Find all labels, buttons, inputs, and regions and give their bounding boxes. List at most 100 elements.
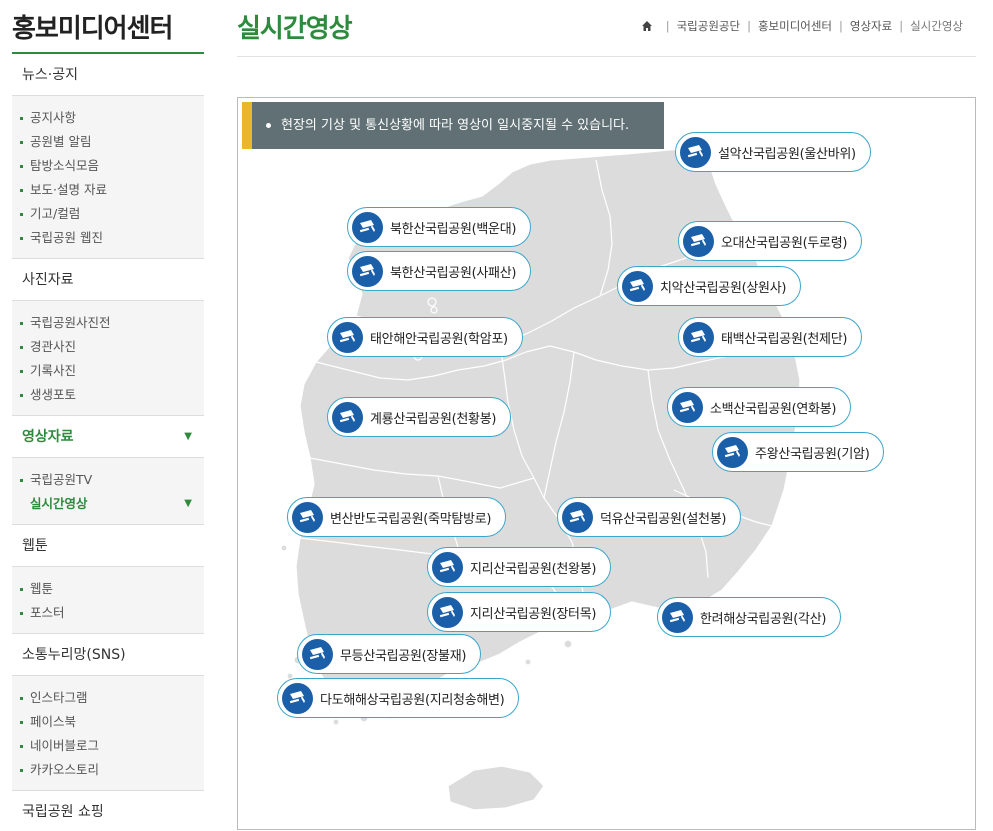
camera-marker[interactable]: 북한산국립공원(백운대) [347,207,532,247]
sidebar-item-trail-news[interactable]: 탐방소식모음 [20,154,204,178]
chevron-down-icon: ▼ [184,431,192,442]
sidebar-item-live-photo[interactable]: 생생포토 [20,383,204,407]
sidebar-title: 홍보미디어센터 [12,0,204,54]
cctv-camera-icon [432,596,463,628]
sidebar-item-label: 기고/컬럼 [30,206,81,221]
bullet-icon [20,213,23,216]
breadcrumb-separator: | [839,19,843,33]
camera-marker[interactable]: 계룡산국립공원(천황봉) [327,397,512,437]
camera-marker[interactable]: 북한산국립공원(사패산) [347,251,532,291]
sidebar-item-label: 국립공원TV [30,472,93,487]
sidebar-item-live-video[interactable]: 실시간영상 ▼ [20,492,204,516]
bullet-icon [20,165,23,168]
camera-marker[interactable]: 치악산국립공원(상원사) [617,266,802,306]
sidebar-item-notice[interactable]: 공지사항 [20,106,204,130]
camera-marker[interactable]: 설악산국립공원(울산바위) [675,132,871,172]
sidebar-item-scenery[interactable]: 경관사진 [20,335,204,359]
bullet-icon [20,394,23,397]
sidebar-item-label: 포스터 [30,605,65,620]
page-title: 실시간영상 [237,14,353,44]
sidebar-item-label: 실시간영상 [30,496,88,511]
sidebar-item-label: 페이스북 [30,714,77,729]
sidebar-group-photos[interactable]: 사진자료 [12,259,204,301]
sidebar-item-poster[interactable]: 포스터 [20,601,204,625]
cctv-camera-icon [292,501,323,533]
chevron-down-icon: ▼ [184,498,192,509]
cctv-camera-icon [332,401,363,433]
camera-marker[interactable]: 오대산국립공원(두로령) [678,221,863,261]
sidebar-item-label: 국립공원 웹진 [30,230,103,245]
sidebar-group-video[interactable]: 영상자료 ▼ [12,416,204,458]
sidebar-item-naver-blog[interactable]: 네이버블로그 [20,734,204,758]
sidebar-item-column[interactable]: 기고/컬럼 [20,202,204,226]
bullet-icon [20,141,23,144]
sidebar-group-label: 영상자료 [22,429,74,445]
camera-label: 다도해해상국립공원(지리청송해변) [320,692,505,708]
sidebar: 홍보미디어센터 뉴스·공지 공지사항 공원별 알림 탐방소식모음 보도·설명 자… [12,0,204,831]
sidebar-item-park-alerts[interactable]: 공원별 알림 [20,130,204,154]
sidebar-group-news[interactable]: 뉴스·공지 [12,54,204,96]
camera-marker[interactable]: 무등산국립공원(장불재) [297,634,482,674]
sidebar-item-label: 네이버블로그 [30,738,100,753]
cctv-camera-icon [352,211,383,243]
sidebar-item-records[interactable]: 기록사진 [20,359,204,383]
sidebar-submenu-photos: 국립공원사진전 경관사진 기록사진 생생포토 [12,301,204,416]
sidebar-submenu-video: 국립공원TV 실시간영상 ▼ [12,458,204,525]
camera-marker[interactable]: 태백산국립공원(천제단) [678,317,863,357]
bullet-icon [20,697,23,700]
sidebar-item-webtoon[interactable]: 웹툰 [20,577,204,601]
breadcrumb-item[interactable]: 홍보미디어센터 [758,18,832,34]
sidebar-item-webzine[interactable]: 국립공원 웹진 [20,226,204,250]
camera-label: 설악산국립공원(울산바위) [718,146,856,162]
breadcrumb-item[interactable]: 영상자료 [850,18,892,34]
sidebar-item-label: 보도·설명 자료 [30,182,107,197]
sidebar-group-webtoon[interactable]: 웹툰 [12,525,204,567]
breadcrumb-item[interactable]: 국립공원공단 [677,18,740,34]
sidebar-group-sns[interactable]: 소통누리망(SNS) [12,634,204,676]
sidebar-group-shopping[interactable]: 국립공원 쇼핑 [12,791,204,831]
sidebar-item-press[interactable]: 보도·설명 자료 [20,178,204,202]
camera-label: 태백산국립공원(천제단) [721,331,848,347]
camera-marker[interactable]: 변산반도국립공원(죽막탐방로) [287,497,507,537]
camera-label: 소백산국립공원(연화봉) [710,401,837,417]
cctv-camera-icon [680,136,711,168]
bullet-icon [20,346,23,349]
sidebar-item-photo-contest[interactable]: 국립공원사진전 [20,311,204,335]
sidebar-item-label: 공지사항 [30,110,77,125]
bullet-icon [20,769,23,772]
camera-label: 치악산국립공원(상원사) [660,280,787,296]
cctv-camera-icon [683,225,714,257]
breadcrumb-separator: | [665,19,670,33]
cctv-camera-icon [332,321,363,353]
sidebar-item-facebook[interactable]: 페이스북 [20,710,204,734]
camera-marker[interactable]: 지리산국립공원(천왕봉) [427,547,612,587]
sidebar-item-label: 탐방소식모음 [30,158,100,173]
sidebar-submenu-sns: 인스타그램 페이스북 네이버블로그 카카오스토리 [12,676,204,791]
bullet-icon [20,322,23,325]
camera-marker[interactable]: 덕유산국립공원(설천봉) [557,497,742,537]
camera-marker[interactable]: 한려해상국립공원(각산) [657,597,842,637]
bullet-icon [20,237,23,240]
bullet-icon [20,117,23,120]
island [430,306,438,314]
camera-marker[interactable]: 소백산국립공원(연화봉) [667,387,852,427]
island [332,718,340,726]
camera-marker[interactable]: 태안해안국립공원(학암포) [327,317,523,357]
camera-label: 북한산국립공원(백운대) [390,221,517,237]
sidebar-item-park-tv[interactable]: 국립공원TV [20,468,204,492]
cctv-camera-icon [562,501,593,533]
camera-marker[interactable]: 주왕산국립공원(기암) [712,432,885,472]
camera-marker[interactable]: 지리산국립공원(장터목) [427,592,612,632]
cctv-camera-icon [282,682,313,714]
camera-label: 지리산국립공원(천왕봉) [470,561,597,577]
breadcrumb: | 국립공원공단 | 홍보미디어센터 | 영상자료 | 실시간영상 [641,18,963,34]
notice-text: 현장의 기상 및 통신상황에 따라 영상이 일시중지될 수 있습니다. [281,118,630,133]
camera-marker[interactable]: 다도해해상국립공원(지리청송해변) [277,678,520,718]
cctv-camera-icon [683,321,714,353]
home-icon[interactable] [641,20,653,32]
sidebar-item-kakao-story[interactable]: 카카오스토리 [20,758,204,782]
cctv-camera-icon [432,551,463,583]
sidebar-item-label: 카카오스토리 [30,762,100,777]
breadcrumb-separator: | [747,19,751,33]
sidebar-item-instagram[interactable]: 인스타그램 [20,686,204,710]
